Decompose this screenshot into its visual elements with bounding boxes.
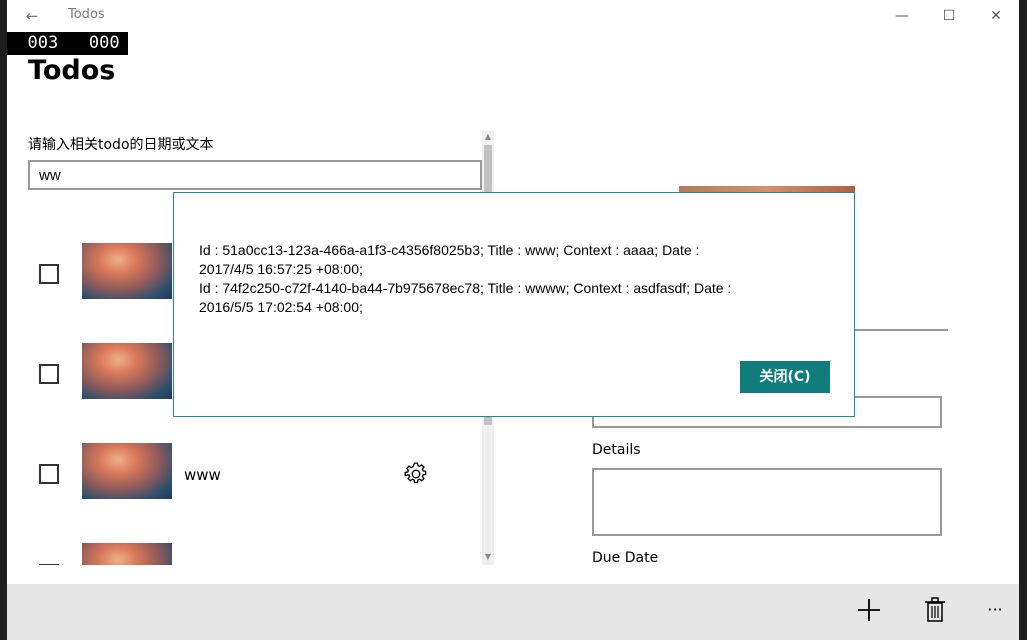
todo-thumbnail xyxy=(82,443,172,499)
page-title: Todos xyxy=(28,55,116,86)
todo-checkbox[interactable] xyxy=(39,264,59,284)
scroll-down-arrow-icon[interactable]: ▼ xyxy=(482,551,494,563)
dialog-line: Id : 51a0cc13-123a-466a-a1f3-c4356f8025b… xyxy=(199,242,700,258)
todo-checkbox[interactable] xyxy=(39,364,59,384)
app-window: ← Todos — ☐ ✕ 003 000 Todos 请输入相关todo的日期… xyxy=(7,0,1019,640)
todo-item[interactable] xyxy=(7,495,482,565)
frame-rate-counter: 003 000 xyxy=(7,32,128,55)
todo-thumbnail xyxy=(82,343,172,399)
search-label: 请输入相关todo的日期或文本 xyxy=(28,137,214,153)
maximize-button[interactable]: ☐ xyxy=(926,0,972,32)
app-title: Todos xyxy=(68,7,105,22)
minimize-button[interactable]: — xyxy=(879,0,925,32)
todo-thumbnail xyxy=(82,243,172,299)
todo-thumbnail xyxy=(82,543,172,565)
detail-divider xyxy=(855,329,948,331)
details-field[interactable] xyxy=(592,468,942,536)
message-dialog: Id : 51a0cc13-123a-466a-a1f3-c4356f8025b… xyxy=(173,192,855,417)
dialog-line: 2016/5/5 17:02:54 +08:00; xyxy=(199,299,363,315)
gear-icon[interactable] xyxy=(403,461,429,487)
todo-checkbox[interactable] xyxy=(39,464,59,484)
more-options-button[interactable]: ··· xyxy=(975,594,1015,626)
scroll-up-arrow-icon[interactable]: ▲ xyxy=(482,131,494,143)
search-input[interactable] xyxy=(28,160,482,190)
dialog-line: Id : 74f2c250-c72f-4140-ba44-7b975678ec7… xyxy=(199,280,732,296)
back-button[interactable]: ← xyxy=(19,6,45,26)
due-date-label: Due Date xyxy=(592,550,659,566)
dialog-line: 2017/4/5 16:57:25 +08:00; xyxy=(199,261,363,277)
todo-checkbox[interactable] xyxy=(39,564,59,565)
todo-title: www xyxy=(184,466,221,484)
app-bar: ··· xyxy=(7,584,1019,640)
delete-icon[interactable] xyxy=(915,594,955,626)
close-window-button[interactable]: ✕ xyxy=(973,0,1019,32)
details-label: Details xyxy=(592,442,641,458)
dialog-content: Id : 51a0cc13-123a-466a-a1f3-c4356f8025b… xyxy=(199,241,839,317)
close-dialog-button[interactable]: 关闭(C) xyxy=(740,361,830,393)
title-bar: ← Todos — ☐ ✕ xyxy=(7,0,1019,32)
add-icon[interactable] xyxy=(849,594,889,626)
